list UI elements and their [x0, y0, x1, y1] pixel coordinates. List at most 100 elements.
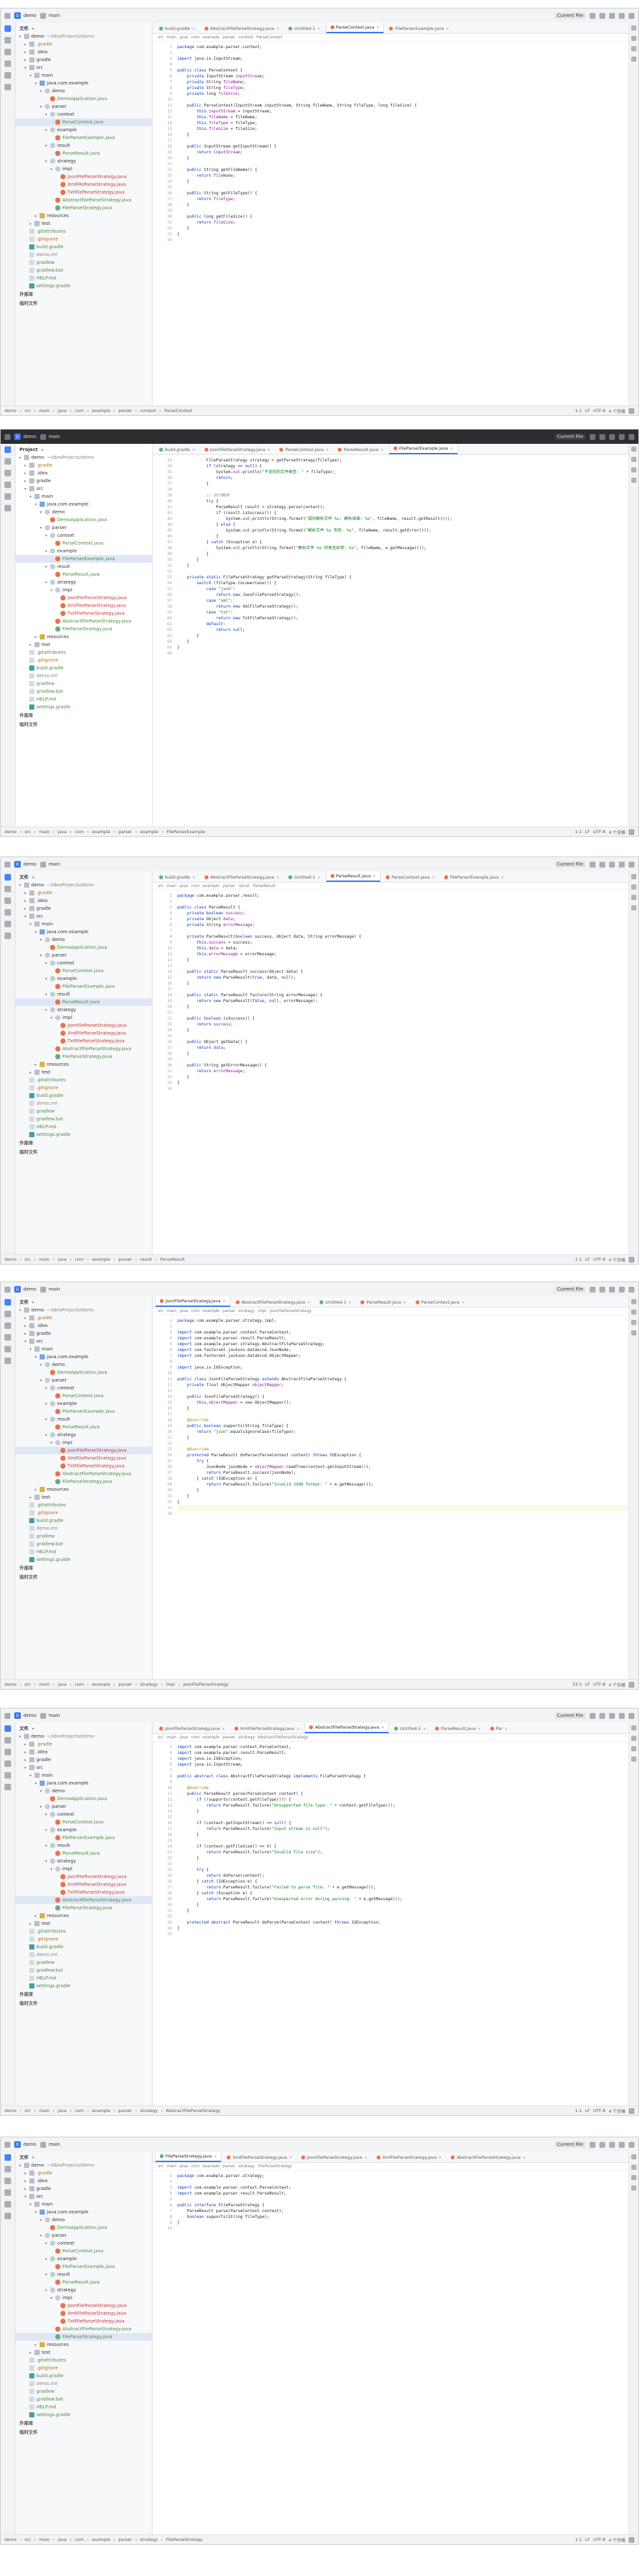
status-path-item[interactable]: example — [92, 2537, 110, 2542]
tree-item[interactable]: FileParserExample.java — [16, 1408, 152, 1415]
ai-assistant-icon[interactable] — [631, 905, 636, 910]
tree-item[interactable]: ▾ strategy — [16, 2286, 152, 2294]
status-path-item[interactable]: parser — [118, 2537, 132, 2542]
tree-item[interactable]: ▾ context — [16, 2239, 152, 2247]
editor-tab[interactable]: AbstractFileParseStrategy.java × — [201, 24, 283, 33]
tree-item[interactable]: AbstractFileParseStrategy.java — [16, 617, 152, 625]
close-icon[interactable]: × — [192, 448, 195, 452]
tree-item[interactable]: ▾ example — [16, 975, 152, 983]
scratches-node[interactable]: 临时文件 — [16, 299, 152, 308]
editor-tab[interactable]: XmlFileParseStrategy.java × — [231, 1724, 304, 1733]
tree-item[interactable]: ▸ gradle — [16, 477, 152, 485]
tree-item[interactable]: ▾ demo — [16, 2216, 152, 2224]
tree-item[interactable]: ▾ java.com.example — [16, 1353, 152, 1361]
notifications-icon[interactable] — [631, 1725, 636, 1731]
commit-tool-icon[interactable] — [5, 886, 11, 892]
status-path-item[interactable]: src — [25, 2108, 31, 2113]
status-path-item[interactable]: context — [140, 408, 157, 413]
plugins-tool-icon[interactable] — [5, 921, 11, 927]
status-path-item[interactable]: parser — [118, 408, 132, 413]
debug-icon[interactable] — [599, 861, 605, 868]
close-icon[interactable]: × — [376, 25, 379, 30]
editor-tab[interactable]: XmlFileParseStrategy.java × — [373, 2153, 446, 2162]
tree-item[interactable]: .gitignore — [16, 2364, 152, 2372]
database-tool-icon[interactable] — [631, 1746, 636, 1751]
notifications-icon[interactable] — [631, 25, 636, 31]
tree-item[interactable]: gradlew — [16, 259, 152, 266]
tree-item[interactable]: ▾ impl — [16, 1014, 152, 1022]
tree-item[interactable]: ParseResult.java — [16, 1849, 152, 1857]
tree-item[interactable]: TxtFileParseStrategy.java — [16, 188, 152, 196]
editor-tab[interactable]: AbstractFileParseStrategy.java × — [305, 1723, 389, 1733]
more-icon[interactable] — [609, 1286, 615, 1293]
project-tool-icon[interactable] — [5, 1299, 11, 1306]
tree-item[interactable]: ▸ test — [16, 641, 152, 649]
tree-item[interactable]: settings.gradle — [16, 1982, 152, 1990]
plugins-tool-icon[interactable] — [5, 2201, 11, 2208]
main-menu-icon[interactable] — [5, 861, 10, 868]
status-path-item[interactable]: src — [25, 1682, 31, 1687]
run-configuration-selector[interactable]: Current File — [554, 2141, 586, 2148]
breadcrumb-item[interactable]: strategy — [238, 1735, 255, 1740]
close-icon[interactable]: × — [450, 446, 453, 451]
editor-tab[interactable]: Untitled-1 × — [284, 873, 324, 882]
commit-tool-icon[interactable] — [5, 1311, 11, 1317]
tree-item[interactable]: ▾ src — [16, 2193, 152, 2200]
external-libraries-node[interactable]: 外部库 — [16, 2419, 152, 2428]
more-icon[interactable] — [609, 12, 615, 19]
tree-item[interactable]: ▾ impl — [16, 1865, 152, 1873]
ai-assistant-icon[interactable] — [631, 57, 636, 62]
tree-item[interactable]: ▸ resources — [16, 1486, 152, 1493]
tree-item[interactable]: XmlFileParseStrategy.java — [16, 2310, 152, 2317]
database-tool-icon[interactable] — [631, 1320, 636, 1325]
breadcrumb-item[interactable]: JsonFileParseStrategy — [269, 1309, 311, 1313]
close-icon[interactable]: × — [192, 875, 195, 880]
caret-position[interactable]: 1:1 — [575, 408, 582, 413]
line-separator[interactable]: LF — [585, 408, 590, 413]
editor-tab[interactable]: FileParserExample.java × — [385, 24, 453, 33]
editor-tab[interactable]: JsonFileParseStrategy.java × — [155, 1296, 231, 1307]
tree-item[interactable]: ▾ strategy — [16, 157, 152, 165]
tree-item[interactable]: ▾ demo ~/IdeaProjects/demo — [16, 1306, 152, 1314]
tree-item[interactable]: demo.iml — [16, 1100, 152, 1107]
close-icon[interactable]: × — [364, 2156, 368, 2160]
editor-tab[interactable]: ParseContext.java × — [412, 1298, 469, 1307]
tree-item[interactable]: FileParseStrategy.java — [16, 625, 152, 633]
tree-item[interactable]: ▾ main — [16, 1345, 152, 1353]
tree-item[interactable]: ▾ result — [16, 142, 152, 149]
tree-item[interactable]: .gitignore — [16, 235, 152, 243]
indent-setting[interactable]: 4 个空格 — [608, 829, 625, 835]
tree-item[interactable]: settings.gradle — [16, 1131, 152, 1139]
status-path-item[interactable]: demo — [5, 408, 16, 413]
line-separator[interactable]: LF — [585, 1682, 590, 1687]
status-path-item[interactable]: example — [92, 1257, 110, 1262]
vcs-branch-widget[interactable]: main — [40, 12, 60, 19]
more-icon[interactable] — [609, 433, 615, 440]
tree-item[interactable]: gradlew.bat — [16, 1540, 152, 1548]
tree-item[interactable]: build.gradle — [16, 664, 152, 672]
tree-item[interactable]: ▾ impl — [16, 1439, 152, 1447]
breadcrumb-item[interactable]: main — [167, 1735, 177, 1740]
breadcrumb-item[interactable]: example — [203, 35, 219, 40]
editor-tab[interactable]: FileParseStrategy.java × — [155, 2152, 222, 2162]
editor-tab[interactable]: ParseContext.java × — [325, 23, 384, 33]
breadcrumb-item[interactable]: example — [203, 884, 219, 888]
status-path-item[interactable]: java — [58, 408, 67, 413]
tree-item[interactable]: DemoApplication.java — [16, 95, 152, 103]
settings-icon[interactable] — [629, 12, 634, 19]
structure-tool-icon[interactable] — [5, 2178, 11, 2184]
line-separator[interactable]: LF — [585, 1257, 590, 1262]
run-icon[interactable] — [590, 861, 595, 868]
tree-item[interactable]: JsonFileParseStrategy.java — [16, 1022, 152, 1029]
structure-tool-icon[interactable] — [5, 897, 11, 904]
vcs-branch-widget[interactable]: main — [40, 1712, 60, 1719]
lock-icon[interactable] — [629, 1256, 634, 1263]
tree-item[interactable]: build.gradle — [16, 1517, 152, 1525]
tree-item[interactable]: ▾ demo — [16, 1361, 152, 1369]
tree-item[interactable]: gradlew.bat — [16, 1966, 152, 1974]
status-path-item[interactable]: FileParserExample — [166, 829, 205, 834]
tree-item[interactable]: AbstractFileParseStrategy.java — [16, 1896, 152, 1904]
tree-item[interactable]: ▾ result — [16, 1415, 152, 1423]
tree-item[interactable]: ▾ result — [16, 990, 152, 998]
tree-item[interactable]: HELP.md — [16, 1548, 152, 1556]
